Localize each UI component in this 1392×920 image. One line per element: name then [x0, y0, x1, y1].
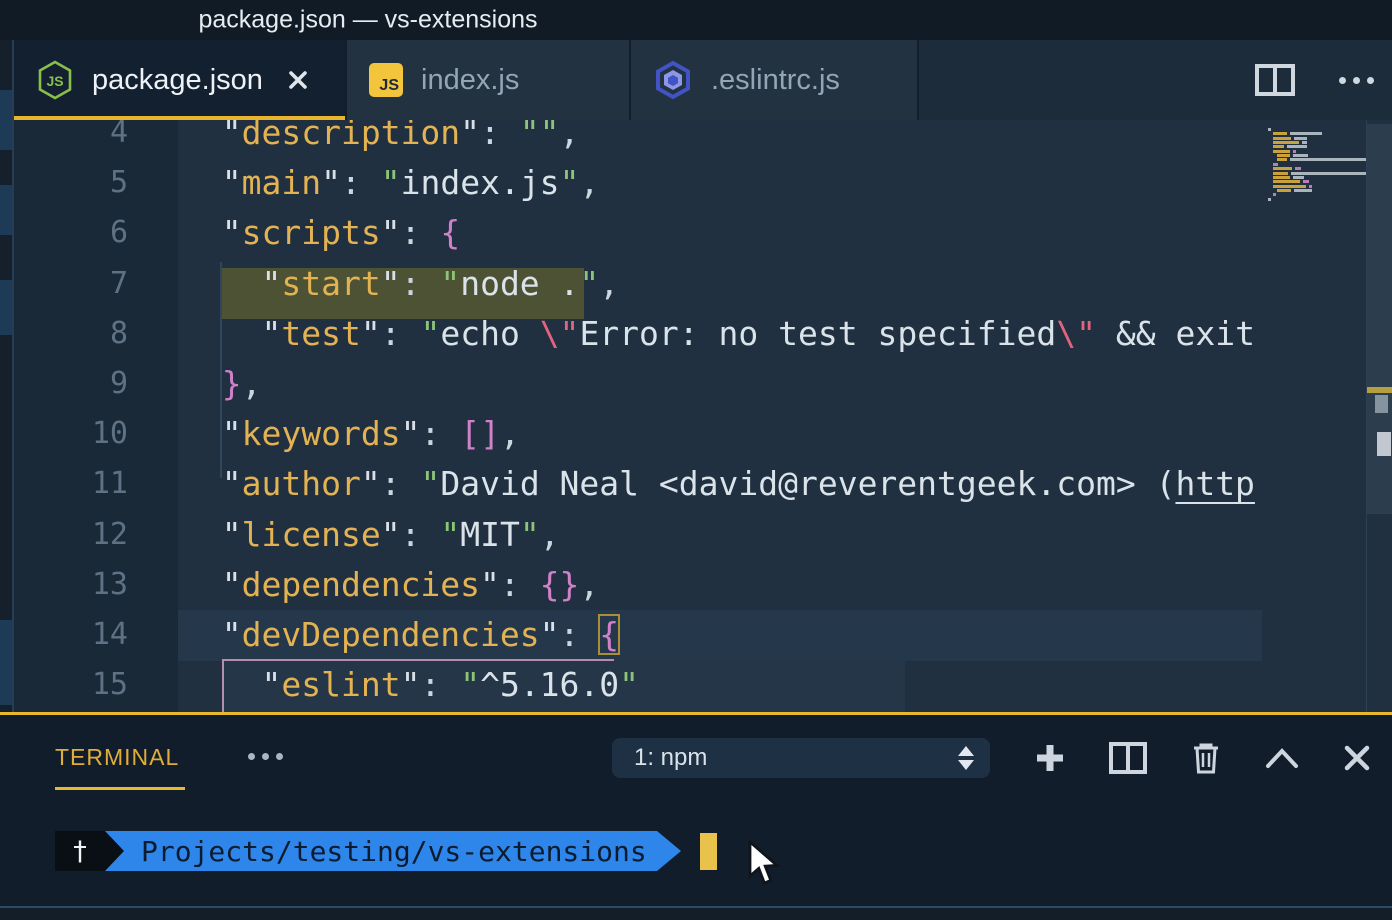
code-line[interactable]: }, — [182, 359, 262, 410]
mouse-pointer — [748, 840, 782, 888]
more-actions-icon[interactable] — [1339, 77, 1374, 84]
line-number: 13 — [28, 560, 128, 611]
line-number: 14 — [28, 610, 128, 661]
kill-terminal-icon[interactable] — [1190, 741, 1222, 775]
tab-label: index.js — [421, 64, 519, 97]
line-number: 12 — [28, 510, 128, 561]
code-line[interactable]: "keywords": [], — [182, 409, 520, 460]
terminal-instance-select[interactable]: 1: npm — [612, 738, 990, 778]
line-number: 6 — [28, 208, 128, 259]
close-tab-icon[interactable] — [285, 67, 311, 93]
terminal-cursor — [700, 833, 717, 870]
line-number: 5 — [28, 158, 128, 209]
powerline-arrow — [657, 831, 681, 871]
code-line[interactable]: "author": "David Neal <david@reverentgee… — [182, 459, 1255, 510]
tab-eslintrc-js[interactable]: .eslintrc.js — [631, 40, 919, 120]
minimap-content — [1268, 128, 1366, 218]
line-number: 10 — [28, 409, 128, 460]
window-title: package.json — vs-extensions — [198, 6, 537, 35]
prompt-path: Projects/testing/vs-extensions — [141, 835, 647, 868]
ruler-mark-find — [1367, 387, 1392, 393]
close-panel-icon[interactable] — [1342, 743, 1372, 773]
code-line[interactable]: "eslint": "^5.16.0" — [182, 660, 639, 711]
terminal-panel[interactable]: TERMINAL 1: npm — [0, 712, 1392, 908]
js-icon: JS — [369, 63, 403, 97]
new-terminal-icon[interactable] — [1034, 742, 1066, 774]
panel-more-icon[interactable] — [248, 753, 283, 760]
panel-tab-terminal[interactable]: TERMINAL — [55, 744, 179, 771]
edge-patch — [0, 620, 12, 705]
line-number: 15 — [28, 660, 128, 711]
split-editor-icon[interactable] — [1255, 64, 1295, 96]
editor-gutter: 456789101112131415 — [14, 120, 178, 712]
edge-patch — [0, 185, 12, 235]
svg-text:JS: JS — [46, 73, 63, 89]
tab-separator — [917, 40, 919, 120]
nodejs-icon: JS — [36, 59, 74, 101]
terminal-prompt: † Projects/testing/vs-extensions — [55, 831, 681, 871]
tab-index-js[interactable]: JS index.js — [347, 40, 629, 120]
maximize-panel-icon[interactable] — [1265, 747, 1299, 769]
code-line[interactable]: "devDependencies": { — [182, 610, 619, 661]
powerline-arrow — [105, 831, 124, 871]
title-bar: package.json — vs-extensions — [0, 0, 1392, 40]
tab-label: package.json — [92, 64, 263, 97]
edge-patch — [0, 280, 12, 335]
panel-tab-underline — [55, 787, 185, 790]
code-region[interactable]: "description": "", "main": "index.js", "… — [178, 120, 1262, 712]
minimap[interactable] — [1262, 120, 1366, 712]
ruler-mark-selection — [1375, 395, 1388, 413]
editor-tab-bar: JS package.json JS index.js — [14, 40, 1392, 120]
tab-label: .eslintrc.js — [711, 64, 840, 97]
code-line[interactable]: "scripts": { — [182, 208, 460, 259]
overview-ruler[interactable] — [1366, 120, 1392, 712]
prompt-path-segment: Projects/testing/vs-extensions — [105, 831, 657, 871]
code-line[interactable]: "license": "MIT", — [182, 510, 560, 561]
line-number: 4 — [28, 120, 128, 159]
terminal-select-value: 1: npm — [634, 744, 958, 772]
code-line[interactable]: "test": "echo \"Error: no test specified… — [182, 309, 1262, 360]
edge-patch — [0, 90, 12, 150]
line-number: 8 — [28, 309, 128, 360]
editor-pane[interactable]: 456789101112131415 "description": "", "m… — [14, 120, 1392, 712]
vscode-window: package.json — vs-extensions JS package.… — [0, 0, 1392, 920]
code-line[interactable]: "dependencies": {}, — [182, 560, 599, 611]
select-arrows-icon — [958, 746, 974, 770]
eslint-icon — [653, 60, 693, 100]
code-line[interactable]: "start": "node .", — [182, 259, 619, 310]
tab-package-json[interactable]: JS package.json — [14, 40, 345, 120]
prompt-symbol: † — [72, 836, 88, 867]
window-edge-bottom — [0, 906, 1392, 920]
split-terminal-icon[interactable] — [1109, 742, 1147, 774]
code-line[interactable]: "description": "", — [182, 120, 579, 159]
line-number: 9 — [28, 359, 128, 410]
line-number: 7 — [28, 259, 128, 310]
line-number: 11 — [28, 459, 128, 510]
code-line[interactable]: "main": "index.js", — [182, 158, 599, 209]
ruler-mark-cursor — [1377, 432, 1391, 456]
prompt-symbol-segment: † — [55, 831, 105, 871]
